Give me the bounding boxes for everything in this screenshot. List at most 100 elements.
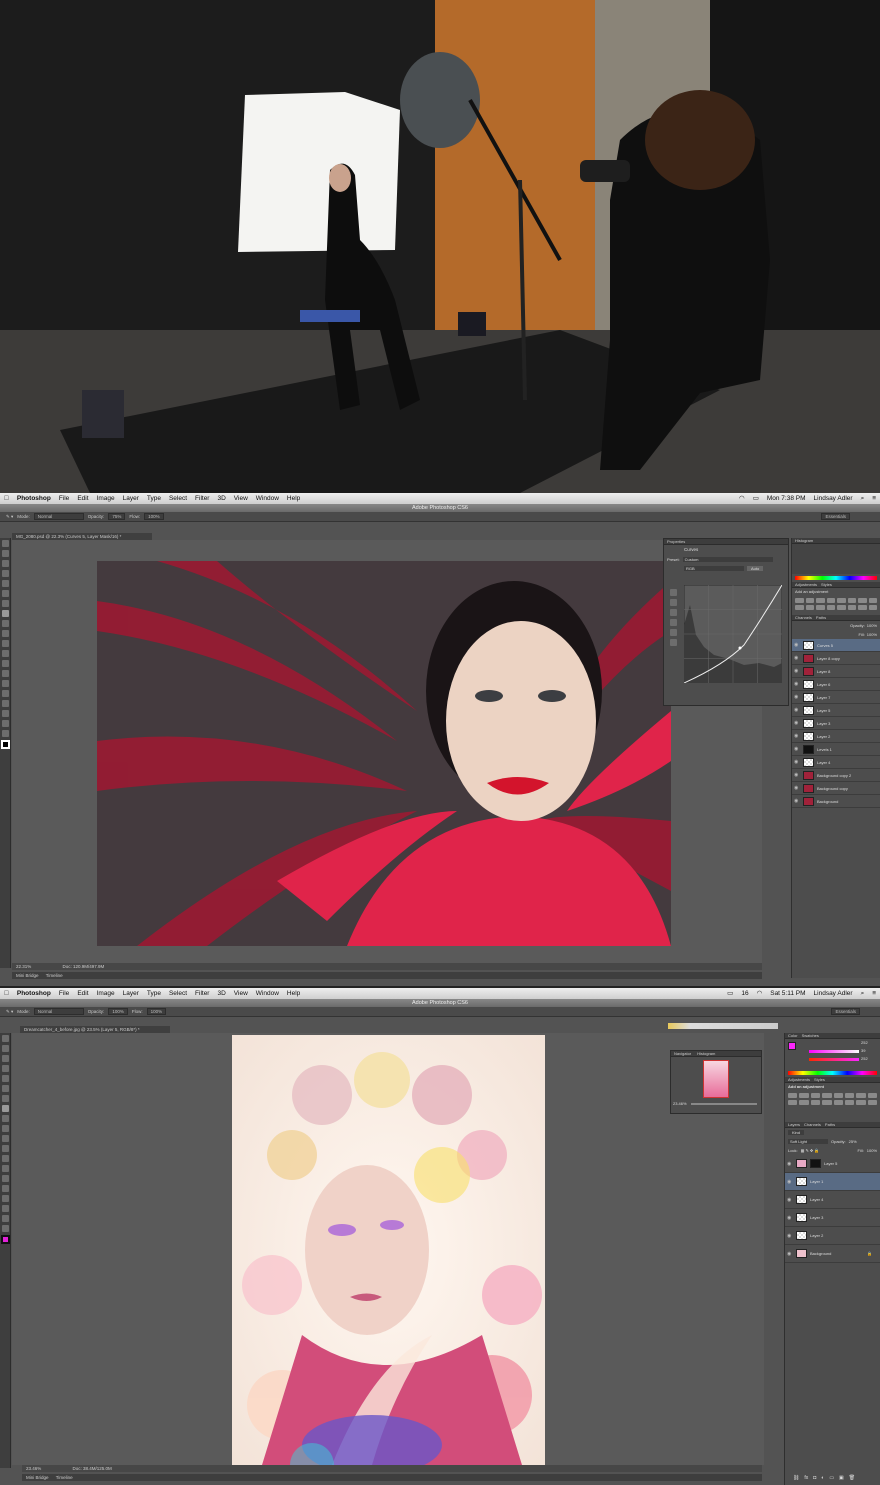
pencil-curve-icon[interactable]	[669, 639, 677, 646]
layer-row[interactable]: ◉ Layer 5	[785, 1155, 880, 1173]
visibility-eye-icon[interactable]: ◉	[787, 1161, 793, 1167]
layer-row[interactable]: ◉ Layer 2	[792, 730, 880, 743]
menu-select[interactable]: Select	[165, 493, 191, 504]
brightness-icon[interactable]	[788, 1093, 798, 1098]
visibility-eye-icon[interactable]: ◉	[794, 655, 800, 661]
apple-icon[interactable]: 	[0, 493, 13, 504]
history-brush-icon[interactable]	[1, 630, 9, 637]
filter-kind-select[interactable]: Kind	[788, 1130, 805, 1135]
hue-icon[interactable]	[844, 1093, 855, 1098]
mixer-icon[interactable]	[799, 1100, 809, 1105]
visibility-eye-icon[interactable]: ◉	[787, 1251, 793, 1257]
balance-icon[interactable]	[858, 598, 867, 603]
visibility-eye-icon[interactable]: ◉	[787, 1179, 793, 1185]
quick-select-tool-icon[interactable]	[1, 1065, 9, 1072]
tab-timeline[interactable]: Timeline	[46, 973, 63, 978]
blend-mode-select[interactable]: Soft Light	[788, 1139, 828, 1144]
tab-navigator[interactable]: Navigator	[674, 1051, 691, 1056]
display-icon[interactable]: ▭	[723, 988, 737, 999]
menu-layer[interactable]: Layer	[119, 988, 143, 999]
blur-tool-icon[interactable]	[1, 1155, 9, 1162]
navigator-zoom[interactable]: 23.46%	[673, 1101, 687, 1106]
menu-layer[interactable]: Layer	[119, 493, 143, 504]
user-name[interactable]: Lindsay Adler	[810, 493, 857, 504]
visibility-eye-icon[interactable]: ◉	[794, 720, 800, 726]
layer-row[interactable]: ◉ Background copy 2	[792, 769, 880, 782]
layer-opacity[interactable]: 100%	[867, 623, 877, 628]
menu-app[interactable]: Photoshop	[13, 988, 55, 999]
curve-point-icon[interactable]	[669, 629, 677, 636]
zoom-tool-icon[interactable]	[1, 1225, 9, 1232]
stamp-tool-icon[interactable]	[1, 1115, 9, 1122]
menu-file[interactable]: File	[55, 988, 73, 999]
threshold-icon[interactable]	[847, 605, 856, 610]
red-value[interactable]: 252	[861, 1040, 868, 1045]
crop-tool-icon[interactable]	[1, 1075, 9, 1082]
marquee-tool-icon[interactable]	[1, 550, 9, 557]
tab-color[interactable]: Color	[788, 1033, 798, 1038]
layer-row[interactable]: ◉ Layer 1	[785, 1173, 880, 1191]
path-select-icon[interactable]	[1, 700, 9, 707]
pen-tool-icon[interactable]	[1, 680, 9, 687]
lock-icons[interactable]: ▦ ✎ ✥ 🔒	[801, 1148, 855, 1153]
menu-type[interactable]: Type	[143, 493, 165, 504]
menu-type[interactable]: Type	[143, 988, 165, 999]
black-point-eyedropper-icon[interactable]	[669, 599, 677, 606]
balance-icon[interactable]	[856, 1093, 866, 1098]
tab-timeline[interactable]: Timeline	[56, 1475, 73, 1480]
spotlight-icon[interactable]: ⌕	[857, 493, 869, 504]
zoom-tool-icon[interactable]	[1, 730, 9, 737]
menu-3d[interactable]: 3D	[213, 493, 229, 504]
brush-tool-icon[interactable]: ✎ ▾	[6, 512, 13, 521]
wifi-icon[interactable]: ◠	[753, 988, 767, 999]
visibility-eye-icon[interactable]: ◉	[794, 733, 800, 739]
channel-select[interactable]: RGB	[684, 566, 744, 571]
brightness-icon[interactable]	[795, 598, 804, 603]
hand-tool-icon[interactable]	[1, 720, 9, 727]
move-tool-icon[interactable]	[1, 540, 9, 547]
zoom-slider[interactable]	[690, 1103, 757, 1105]
tab-mini-bridge[interactable]: Mini Bridge	[26, 1475, 49, 1480]
visibility-eye-icon[interactable]: ◉	[794, 694, 800, 700]
move-tool-icon[interactable]	[1, 1035, 9, 1042]
trash-icon[interactable]: 🗑	[849, 1475, 855, 1481]
layer-row[interactable]: ◉ Levels 1	[792, 743, 880, 756]
layer-opacity[interactable]: 25%	[849, 1139, 857, 1144]
blur-tool-icon[interactable]	[1, 660, 9, 667]
white-point-eyedropper-icon[interactable]	[669, 619, 677, 626]
wifi-icon[interactable]: ◠	[735, 493, 749, 504]
apple-icon[interactable]: 	[0, 988, 13, 999]
invert-icon[interactable]	[822, 1100, 832, 1105]
zoom-level[interactable]: 22.31%	[16, 964, 31, 969]
blue-value[interactable]: 252	[861, 1056, 868, 1061]
menu-view[interactable]: View	[230, 493, 252, 504]
hand-tool-icon[interactable]	[1, 1215, 9, 1222]
opacity-field[interactable]: 75%	[108, 513, 126, 520]
gradient-map-icon[interactable]	[858, 605, 867, 610]
tab-paths[interactable]: Paths	[816, 615, 826, 620]
vibrance-icon[interactable]	[837, 598, 846, 603]
layer-row[interactable]: ◉ Background copy	[792, 782, 880, 795]
list-icon[interactable]: ≡	[868, 988, 880, 999]
opacity-field[interactable]: 100%	[108, 1008, 128, 1015]
brush-tool-icon[interactable]	[1, 610, 9, 617]
menu-app[interactable]: Photoshop	[13, 493, 55, 504]
spectrum-bar[interactable]	[795, 576, 877, 580]
document-image[interactable]	[232, 1035, 545, 1465]
tab-layers[interactable]: Layers	[788, 1122, 800, 1127]
gradient-tool-icon[interactable]	[1, 1145, 9, 1152]
clock[interactable]: Mon 7:38 PM	[763, 493, 810, 504]
spectrum-bar[interactable]	[788, 1071, 877, 1075]
zoom-level[interactable]: 23.46%	[26, 1466, 41, 1471]
visibility-eye-icon[interactable]: ◉	[794, 707, 800, 713]
group-icon[interactable]: ▭	[829, 1475, 834, 1481]
invert-icon[interactable]	[826, 605, 835, 610]
eyedropper-tool-icon[interactable]	[1, 590, 9, 597]
layer-row[interactable]: ◉ Layer 3	[785, 1209, 880, 1227]
layer-row[interactable]: ◉ Background	[792, 795, 880, 808]
visibility-eye-icon[interactable]: ◉	[794, 759, 800, 765]
visibility-eye-icon[interactable]: ◉	[794, 681, 800, 687]
marquee-tool-icon[interactable]	[1, 1045, 9, 1052]
layer-row[interactable]: ◉ Layer 3	[792, 717, 880, 730]
lookup-icon[interactable]	[816, 605, 825, 610]
